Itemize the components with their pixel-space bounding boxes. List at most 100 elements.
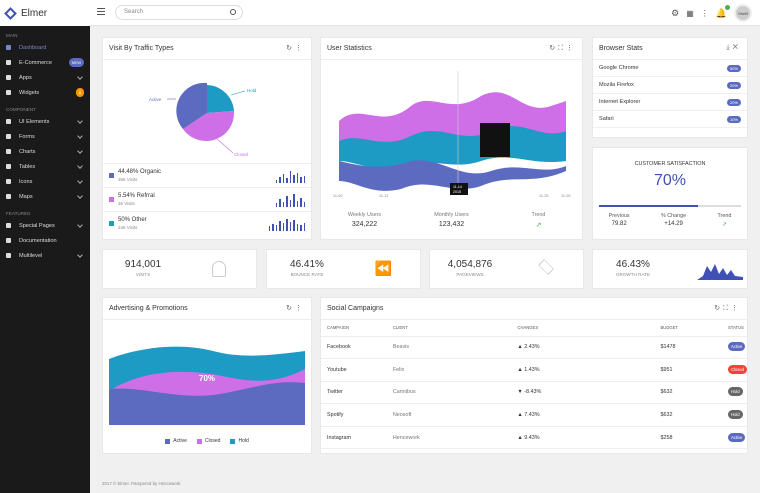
- logo-icon: [4, 6, 17, 20]
- status-cell: Hold: [721, 381, 747, 405]
- mini-bar: [282, 223, 284, 231]
- traffic-visits: 356 Visits: [118, 177, 138, 182]
- expand-icon[interactable]: ⛶: [723, 305, 731, 312]
- refresh-icon[interactable]: ↻: [286, 305, 295, 312]
- sidebar: MAIN Dashboard E-Commerce NEW Apps Widgets 8 CO…: [0, 26, 90, 493]
- user-stats-card: User Statistics ↻⛶⋮ 11-14 20153671724323…: [320, 37, 583, 240]
- close-icon[interactable]: ✕: [733, 44, 741, 51]
- satisfaction-col-label: Previous: [608, 213, 630, 219]
- sidebar-item-forms[interactable]: Forms: [0, 129, 90, 144]
- mini-bar: [300, 198, 302, 207]
- stat-value: 4,054,876: [447, 259, 493, 270]
- mini-bar: [268, 226, 270, 231]
- sidebar-item-label: Dashboard: [19, 44, 47, 51]
- status-cell: Active: [721, 336, 747, 360]
- change-value: -8.43%: [524, 389, 542, 396]
- refresh-icon[interactable]: ↻: [549, 45, 558, 52]
- budget-cell: $1478: [654, 336, 722, 360]
- stat-bounce: 46.41% BOUNCE RATE ⏪: [266, 249, 421, 289]
- traffic-row: 44.48% Organic 356 Visits: [103, 163, 311, 187]
- menu-icon: [6, 179, 11, 184]
- more-icon[interactable]: ⋮: [701, 9, 709, 18]
- sidebar-item-widgets[interactable]: Widgets 8: [0, 85, 90, 100]
- refresh-icon[interactable]: ↻: [286, 45, 295, 52]
- expand-icon[interactable]: ⛶: [558, 45, 566, 52]
- campaign-cell: Instagram: [321, 426, 387, 450]
- sidebar-item-e-commerce[interactable]: E-Commerce NEW: [0, 55, 90, 70]
- footer: 2017 © Elmer. Pampered by Hencework: [102, 481, 181, 486]
- menu-toggle-icon[interactable]: [97, 8, 105, 17]
- notification-icon[interactable]: 🔔: [716, 4, 730, 19]
- change-value: 9.43%: [524, 434, 540, 441]
- legend-swatch: [230, 438, 236, 444]
- sidebar-item-maps[interactable]: Maps: [0, 189, 90, 204]
- brand[interactable]: Elmer: [0, 0, 90, 26]
- browser-name: Internet Explorer: [599, 99, 641, 105]
- budget-cell: $258: [654, 426, 722, 450]
- chevron-down-icon: [77, 148, 83, 154]
- stat-value: 914,001: [124, 259, 162, 270]
- mini-bar: [293, 220, 295, 231]
- legend-swatch: [165, 438, 171, 444]
- traffic-row: 50% Other 245 Visits: [103, 211, 311, 235]
- stat-label: GROWTH RATE: [615, 272, 651, 277]
- tooltip-box: [480, 123, 510, 157]
- status-badge: Hold: [727, 410, 743, 420]
- pie-label-active: Active: [149, 97, 162, 102]
- card-title: User Statistics: [327, 45, 372, 52]
- settings-icon[interactable]: ⚙: [671, 8, 679, 19]
- change-value: 2.43%: [524, 344, 540, 351]
- column-header: STATUS: [721, 320, 747, 337]
- metric: Monthly Users 123,432: [408, 212, 495, 229]
- stat-label: PAGEVIEWS: [456, 272, 484, 277]
- sidebar-item-dashboard[interactable]: Dashboard: [0, 40, 90, 55]
- more-icon[interactable]: ⋮: [566, 45, 576, 52]
- browser-pct: 10%: [726, 115, 741, 123]
- satisfaction-col-label: Trend: [717, 213, 732, 219]
- menu-icon: [6, 90, 11, 95]
- campaign-cell: Youtube: [321, 358, 387, 382]
- more-icon[interactable]: ⋮: [295, 305, 305, 312]
- sidebar-item-apps[interactable]: Apps: [0, 70, 90, 85]
- stream-chart: 11-14 201536717243235 11-14 2015 11-09 1…: [333, 71, 570, 198]
- satisfaction-title: CUSTOMER SATISFACTION: [634, 161, 706, 167]
- search-icon[interactable]: [230, 9, 236, 15]
- avatar[interactable]: Shelli: [734, 4, 752, 22]
- legend-swatch: [109, 173, 114, 178]
- client-cell: Neosoft: [386, 403, 512, 427]
- menu-icon: [6, 164, 11, 169]
- mini-bar: [282, 174, 284, 183]
- sidebar-item-special-pages[interactable]: Special Pages: [0, 218, 90, 233]
- sidebar-item-icons[interactable]: Icons: [0, 174, 90, 189]
- search-input[interactable]: Search: [115, 5, 243, 20]
- stat-label: VISITS: [135, 272, 151, 277]
- status-badge: Active: [727, 432, 746, 442]
- mini-bar: [300, 225, 302, 231]
- sidebar-item-label: Tables: [19, 163, 36, 170]
- mini-bar: [293, 194, 295, 207]
- table-row: Youtube Felix ▲ 1.43% $951 Closed: [321, 358, 747, 382]
- sidebar-item-charts[interactable]: Charts: [0, 144, 90, 159]
- mini-bar: [275, 180, 277, 183]
- chevron-down-icon: [77, 178, 83, 184]
- legend-item: Hold: [230, 438, 249, 444]
- social-card: Social Campaigns ↻⛶⋮ CAMPAIGN CLIENT CHANG…: [320, 297, 748, 454]
- more-icon[interactable]: ⋮: [295, 45, 305, 52]
- stat-label: BOUNCE RATE: [290, 272, 324, 277]
- campaign-cell: Spotify: [321, 403, 387, 427]
- column-header: CAMPAIGN: [321, 320, 387, 337]
- apps-grid-icon[interactable]: ▦: [686, 9, 694, 18]
- sidebar-item-tables[interactable]: Tables: [0, 159, 90, 174]
- sidebar-item-documentation[interactable]: Documentation: [0, 233, 90, 248]
- refresh-icon[interactable]: ↻: [714, 305, 723, 312]
- rewind-icon: ⏪: [374, 260, 392, 276]
- client-cell: Felix: [386, 358, 512, 382]
- mini-bar: [279, 177, 281, 183]
- sidebar-item-ui-elements[interactable]: UI Elements: [0, 114, 90, 129]
- browser-row: Internet Explorer 20%: [593, 94, 747, 111]
- menu-icon: [6, 45, 11, 50]
- sidebar-item-multilevel[interactable]: Multilevel: [0, 248, 90, 263]
- search-placeholder: Search: [124, 9, 144, 15]
- satisfaction-col-value: +14.29: [664, 221, 683, 227]
- more-icon[interactable]: ⋮: [731, 305, 741, 312]
